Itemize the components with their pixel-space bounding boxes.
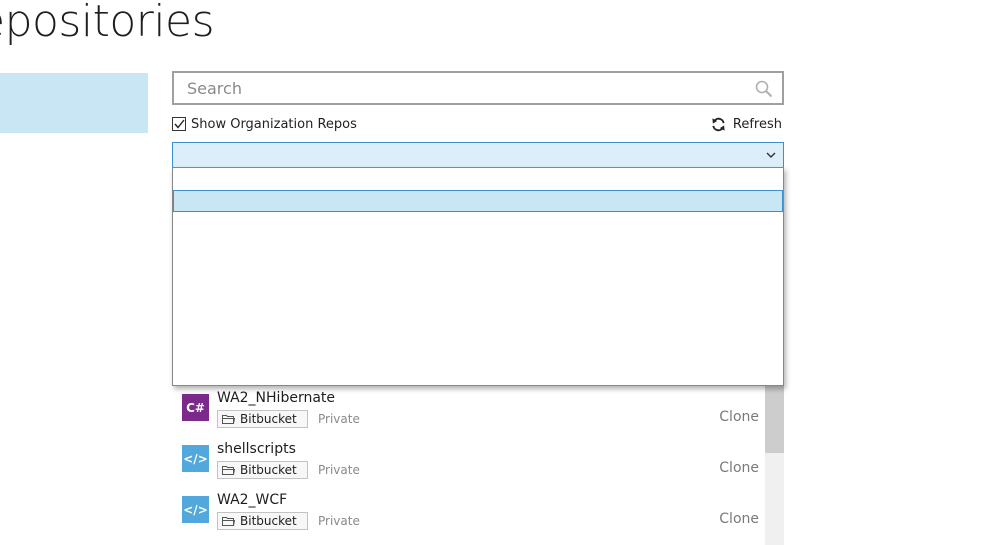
checkmark-icon [173,119,185,129]
privacy-label: Private [318,514,360,528]
show-org-repos-toggle[interactable]: Show Organization Repos [172,115,357,133]
refresh-icon [712,117,725,131]
show-org-repos-checkbox[interactable] [172,117,186,131]
repo-name: WA2_NHibernate [217,390,336,406]
search-icon[interactable] [755,80,773,98]
clone-link[interactable]: Clone [719,460,759,476]
clone-link[interactable]: Clone [719,409,759,425]
dropdown-option[interactable] [173,168,783,190]
host-badge: Bitbucket [217,461,308,479]
privacy-label: Private [318,412,360,426]
search-input[interactable] [174,73,782,103]
code-icon: </> [182,496,209,523]
page-title: epositories [0,0,215,47]
refresh-label: Refresh [732,116,782,132]
repository-list[interactable]: C# WA2_NHibernate Bitbucket Private Clon… [172,386,784,545]
filter-combobox[interactable] [172,142,784,168]
chevron-down-icon [766,152,776,158]
repo-row[interactable]: C# WA2_NHibernate Bitbucket Private Clon… [172,386,765,436]
privacy-label: Private [318,463,360,477]
host-label: Bitbucket [240,412,297,426]
csharp-icon: C# [182,394,209,421]
folder-icon [222,415,235,424]
repo-name: shellscripts [217,441,296,457]
scrollbar[interactable] [765,386,784,545]
repo-row[interactable]: </> shellscripts Bitbucket Private Clone [172,437,765,487]
show-org-repos-label: Show Organization Repos [191,116,357,132]
code-icon: </> [182,445,209,472]
clone-link[interactable]: Clone [719,511,759,527]
nav-item-selected[interactable] [0,73,148,133]
repo-row[interactable]: </> WA2_WCF Bitbucket Private Clone [172,488,765,538]
scrollbar-thumb[interactable] [765,386,784,453]
dropdown-option-selected[interactable] [173,190,783,212]
host-label: Bitbucket [240,463,297,477]
filter-dropdown-list[interactable] [172,167,784,386]
folder-icon [222,466,235,475]
host-badge: Bitbucket [217,512,308,530]
folder-icon [222,517,235,526]
search-box [172,71,784,105]
host-label: Bitbucket [240,514,297,528]
repo-name: WA2_WCF [217,492,288,508]
host-badge: Bitbucket [217,410,308,428]
refresh-button[interactable]: Refresh [711,115,782,133]
